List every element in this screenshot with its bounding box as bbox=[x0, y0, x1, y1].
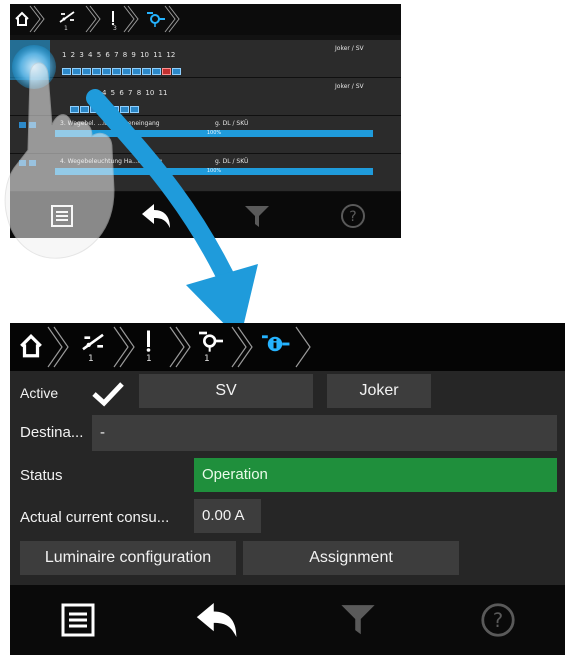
top-screenshot: 1 3 Joker / SV 1 2 3 4 5 6 7 8 9 10 11 1… bbox=[10, 4, 401, 238]
luminaire-status-icon bbox=[152, 68, 161, 75]
line-icon[interactable] bbox=[110, 10, 116, 26]
progress-label: 100% bbox=[206, 168, 222, 174]
help-icon[interactable]: ? bbox=[480, 602, 516, 638]
luminaire-info-icon[interactable] bbox=[258, 331, 292, 357]
luminaire-status-icon bbox=[120, 106, 129, 113]
list-icon[interactable] bbox=[60, 602, 96, 638]
circuit-name: 4. Wegebeleuchtung Ha...eingang bbox=[60, 158, 163, 165]
luminaire-status-icon bbox=[132, 68, 141, 75]
destination-label: Destina... bbox=[20, 424, 84, 441]
bottom-toolbar: ? bbox=[10, 585, 565, 655]
luminaire-status-icon bbox=[92, 68, 101, 75]
status-value: Operation bbox=[194, 458, 557, 492]
breadcrumb-number: 3 bbox=[113, 25, 117, 32]
help-icon[interactable]: ? bbox=[340, 203, 366, 229]
current-label: Actual current consu... bbox=[20, 509, 170, 526]
luminaire-status-icon bbox=[122, 68, 131, 75]
back-icon[interactable] bbox=[140, 202, 174, 230]
luminaire-icon[interactable] bbox=[145, 10, 167, 28]
breadcrumb: 1 3 bbox=[10, 4, 401, 35]
svg-text:?: ? bbox=[349, 209, 356, 225]
breadcrumb-number: 1 bbox=[64, 25, 68, 32]
breadcrumb-number: 1 bbox=[88, 354, 94, 364]
circuit-icon bbox=[19, 160, 36, 166]
assignment-button[interactable]: Assignment bbox=[243, 541, 459, 575]
row-type-label: Joker / SV bbox=[335, 45, 364, 52]
luminaire-status-icon bbox=[142, 68, 151, 75]
table-row[interactable]: 4. Wegebeleuchtung Ha...eingang g. DL / … bbox=[10, 154, 401, 192]
sv-button[interactable]: SV bbox=[139, 374, 313, 408]
luminaire-status-icon bbox=[90, 106, 99, 113]
row-type-label: Joker / SV bbox=[335, 83, 364, 90]
destination-field[interactable]: - bbox=[92, 415, 557, 451]
table-row[interactable]: Joker / SV 1 2 3 4 5 6 7 8 9 10 11 12 bbox=[10, 40, 401, 78]
luminaire-group-icon[interactable] bbox=[58, 10, 76, 24]
progress-bar: 100% bbox=[55, 130, 373, 137]
breadcrumb: 1 1 1 bbox=[10, 323, 565, 371]
luminaire-icon[interactable] bbox=[196, 329, 226, 353]
luminaire-status-icon bbox=[72, 68, 81, 75]
bottom-screenshot: 1 1 1 Active SV Joker Destina... - Statu… bbox=[10, 323, 565, 655]
current-value: 0.00 A bbox=[194, 499, 261, 533]
line-icon[interactable] bbox=[144, 329, 153, 353]
breadcrumb-number: 1 bbox=[146, 354, 152, 364]
bottom-toolbar: ? bbox=[10, 192, 401, 238]
breadcrumb-number: 1 bbox=[204, 354, 210, 364]
progress-bar: 100% bbox=[55, 168, 373, 175]
luminaire-configuration-button[interactable]: Luminaire configuration bbox=[20, 541, 236, 575]
joker-button[interactable]: Joker bbox=[327, 374, 431, 408]
table-row[interactable]: 3. Wegebel. ...latz Nebeneingang g. DL /… bbox=[10, 116, 401, 154]
luminaire-status-strip bbox=[70, 100, 140, 113]
luminaire-status-icon bbox=[102, 68, 111, 75]
home-icon[interactable] bbox=[14, 11, 30, 27]
table-row[interactable]: Joker / SV 4 5 6 7 8 10 11 bbox=[10, 78, 401, 116]
luminaire-status-icon bbox=[112, 68, 121, 75]
svg-text:?: ? bbox=[493, 609, 503, 632]
luminaire-status-icon bbox=[172, 68, 181, 75]
status-label: Status bbox=[20, 467, 63, 484]
list-icon[interactable] bbox=[50, 204, 74, 228]
back-icon[interactable] bbox=[194, 600, 242, 640]
circuit-type: g. DL / SKÜ bbox=[215, 120, 249, 127]
luminaire-status-strip bbox=[62, 62, 182, 75]
luminaire-numbers: 1 2 3 4 5 6 7 8 9 10 11 12 bbox=[62, 51, 176, 59]
luminaire-status-icon bbox=[100, 106, 109, 113]
luminaire-status-icon bbox=[130, 106, 139, 113]
luminaire-status-icon bbox=[162, 68, 171, 75]
filter-icon[interactable] bbox=[244, 204, 270, 228]
luminaire-status-icon bbox=[70, 106, 79, 113]
luminaire-group-icon[interactable] bbox=[80, 332, 106, 352]
luminaire-status-icon bbox=[80, 106, 89, 113]
circuit-icon bbox=[19, 122, 36, 128]
checkmark-icon[interactable] bbox=[92, 381, 124, 407]
luminaire-status-icon bbox=[82, 68, 91, 75]
home-icon[interactable] bbox=[18, 333, 44, 359]
circuit-type: g. DL / SKÜ bbox=[215, 158, 249, 165]
active-label: Active bbox=[20, 385, 59, 401]
luminaire-status-icon bbox=[62, 68, 71, 75]
luminaire-status-icon bbox=[110, 106, 119, 113]
luminaire-detail-panel: Active SV Joker Destina... - Status Oper… bbox=[10, 371, 565, 585]
luminaire-numbers: 4 5 6 7 8 10 11 bbox=[102, 89, 168, 97]
progress-label: 100% bbox=[206, 130, 222, 136]
filter-icon[interactable] bbox=[340, 602, 376, 636]
circuit-name: 3. Wegebel. ...latz Nebeneingang bbox=[60, 120, 160, 127]
